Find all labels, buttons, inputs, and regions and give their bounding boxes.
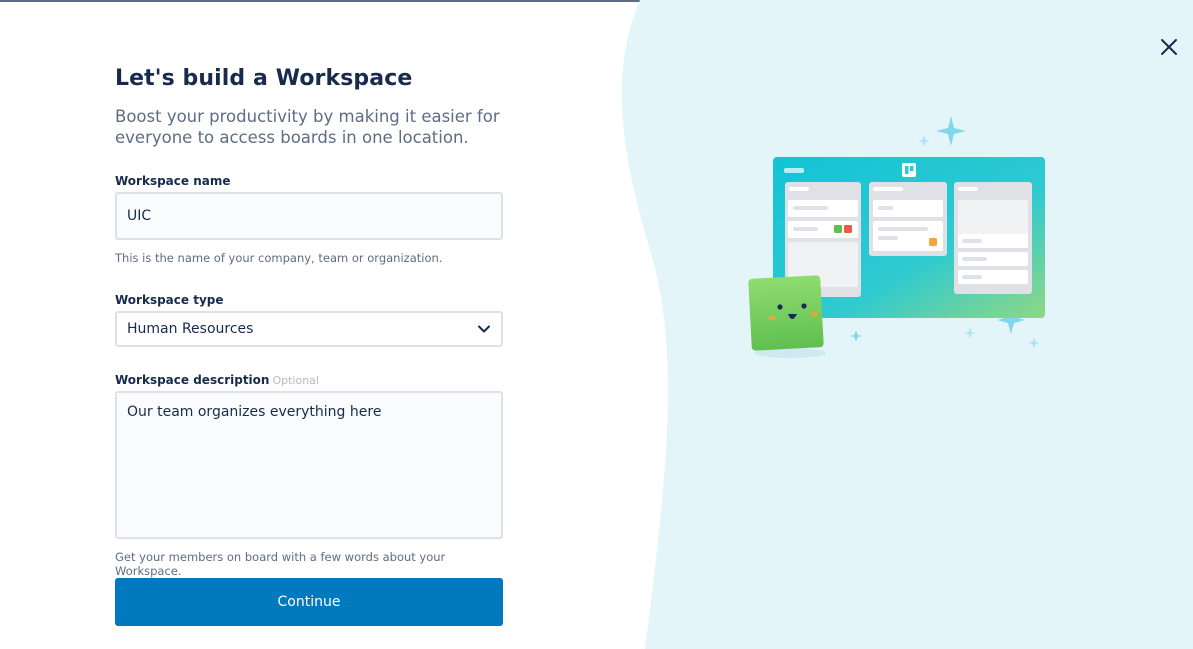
trello-board-illustration — [748, 116, 1045, 358]
page-subtitle: Boost your productivity by making it eas… — [115, 107, 500, 147]
optional-tag: Optional — [272, 374, 319, 387]
workspace-name-label: Workspace name — [115, 174, 231, 188]
workspace-description-textarea[interactable]: Our team organizes everything here — [115, 391, 503, 539]
workspace-description-helper: Get your members on board with a few wor… — [115, 550, 446, 578]
page-title: Let's build a Workspace — [115, 66, 413, 91]
workspace-type-label: Workspace type — [115, 293, 224, 307]
workspace-name-label-text: Workspace name — [115, 174, 231, 188]
continue-button[interactable]: Continue — [115, 578, 503, 626]
workspace-type-select[interactable]: Human Resources — [115, 311, 503, 347]
close-button[interactable] — [1157, 35, 1181, 59]
workspace-type-label-text: Workspace type — [115, 293, 224, 307]
workspace-description-label-text: Workspace description — [115, 373, 270, 387]
workspace-type-value: Human Resources — [127, 321, 254, 337]
workspace-name-helper: This is the name of your company, team o… — [115, 251, 443, 265]
close-icon — [1161, 39, 1177, 55]
workspace-name-input[interactable] — [115, 192, 503, 240]
chevron-down-icon — [478, 325, 490, 333]
workspace-description-label: Workspace description Optional — [115, 373, 319, 387]
